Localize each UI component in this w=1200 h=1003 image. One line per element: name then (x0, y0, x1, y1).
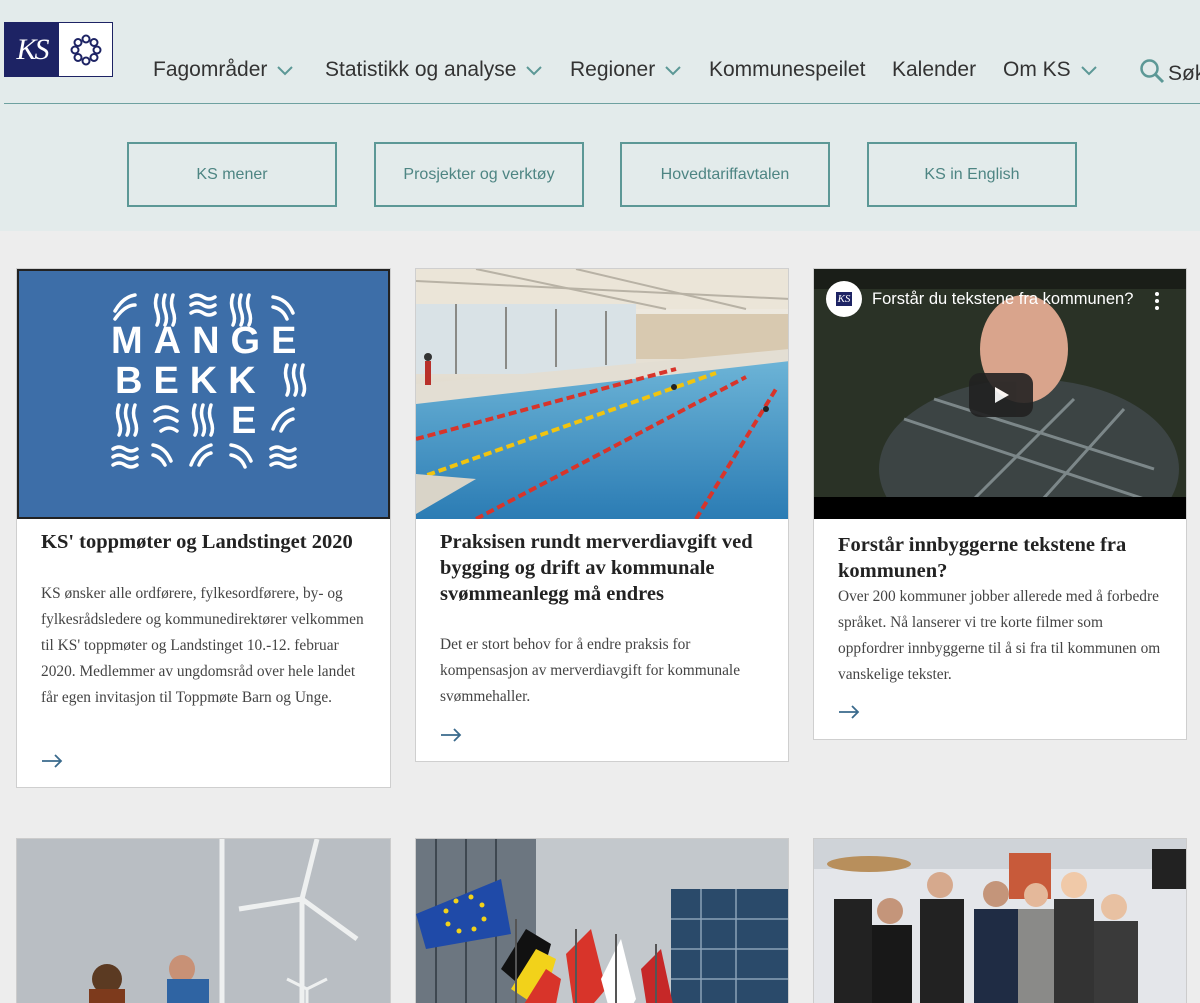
card-title[interactable]: KS' toppmøter og Landstinget 2020 (41, 529, 370, 555)
mange-bekke-image: MANGE BEKK E (17, 269, 390, 519)
news-card[interactable]: KS Forstår du tekstene fra kommunen? For… (813, 268, 1187, 740)
chevron-down-icon (665, 58, 681, 82)
play-icon[interactable] (969, 373, 1033, 417)
nav-kommunespeilet[interactable]: Kommunespeilet (709, 58, 865, 82)
nav-statistikk[interactable]: Statistikk og analyse (325, 58, 543, 82)
group-photo-image (814, 839, 1186, 1003)
card-title[interactable]: Praksisen rundt merverdiavgift ved byggi… (440, 529, 768, 607)
wind-turbines-image (17, 839, 390, 1003)
video-title[interactable]: Forstår du tekstene fra kommunen? (872, 290, 1133, 309)
search-button[interactable]: Søk (1139, 58, 1200, 90)
card-text: Det er stort behov for å endre praksis f… (440, 636, 741, 705)
mange-text: MANGE (111, 320, 307, 362)
nav-fagomrader[interactable]: Fagområder (153, 58, 294, 82)
header-divider (4, 103, 1200, 104)
nav-label: Regioner (570, 58, 656, 81)
prosjekter-button[interactable]: Prosjekter og verktøy (374, 142, 584, 207)
main-nav: Fagområder Statistikk og analyse Regione… (0, 58, 1200, 86)
nav-label: Kommunespeilet (709, 58, 866, 81)
swimming-pool-image (416, 269, 788, 519)
arrow-right-icon[interactable] (440, 728, 462, 747)
search-icon (1139, 58, 1165, 90)
more-vertical-icon[interactable] (1151, 291, 1163, 316)
nav-om-ks[interactable]: Om KS (1003, 58, 1097, 82)
eu-flags-image (416, 839, 788, 1003)
card-text: Over 200 kommuner jobber allerede med å … (838, 588, 1161, 683)
site-header: KS Fagområder Statistikk og analyse Regi… (0, 0, 1200, 231)
nav-label: Om KS (1003, 58, 1071, 81)
nav-kalender[interactable]: Kalender (892, 58, 976, 82)
channel-avatar[interactable]: KS (826, 281, 862, 317)
chevron-down-icon (1080, 58, 1097, 82)
ks-in-english-button[interactable]: KS in English (867, 142, 1077, 207)
e-text: E (231, 400, 256, 442)
bekk-text: BEKK (115, 360, 267, 402)
nav-label: Statistikk og analyse (325, 58, 517, 81)
ks-mener-button[interactable]: KS mener (127, 142, 337, 207)
card-text: KS ønsker alle ordførere, fylkesordfører… (41, 585, 364, 706)
channel-logo: KS (835, 292, 853, 306)
hovedtariffavtalen-button[interactable]: Hovedtariffavtalen (620, 142, 830, 207)
news-card[interactable] (813, 838, 1187, 1003)
card-title[interactable]: Forstår innbyggerne tekstene fra kommune… (838, 532, 1166, 584)
news-card[interactable] (415, 838, 789, 1003)
news-card[interactable]: MANGE BEKK E KS' toppmøter og Landstinge… (16, 268, 391, 788)
search-label: Søk (1168, 62, 1200, 85)
arrow-right-icon[interactable] (41, 754, 63, 773)
chevron-down-icon (277, 58, 294, 82)
nav-label: Fagområder (153, 58, 268, 81)
nav-label: Kalender (892, 58, 977, 81)
news-card[interactable]: Praksisen rundt merverdiavgift ved byggi… (415, 268, 789, 762)
nav-regioner[interactable]: Regioner (570, 58, 681, 82)
chevron-down-icon (526, 58, 543, 82)
video-player[interactable]: KS Forstår du tekstene fra kommunen? (814, 269, 1186, 519)
news-card[interactable] (16, 838, 391, 1003)
arrow-right-icon[interactable] (838, 705, 860, 724)
